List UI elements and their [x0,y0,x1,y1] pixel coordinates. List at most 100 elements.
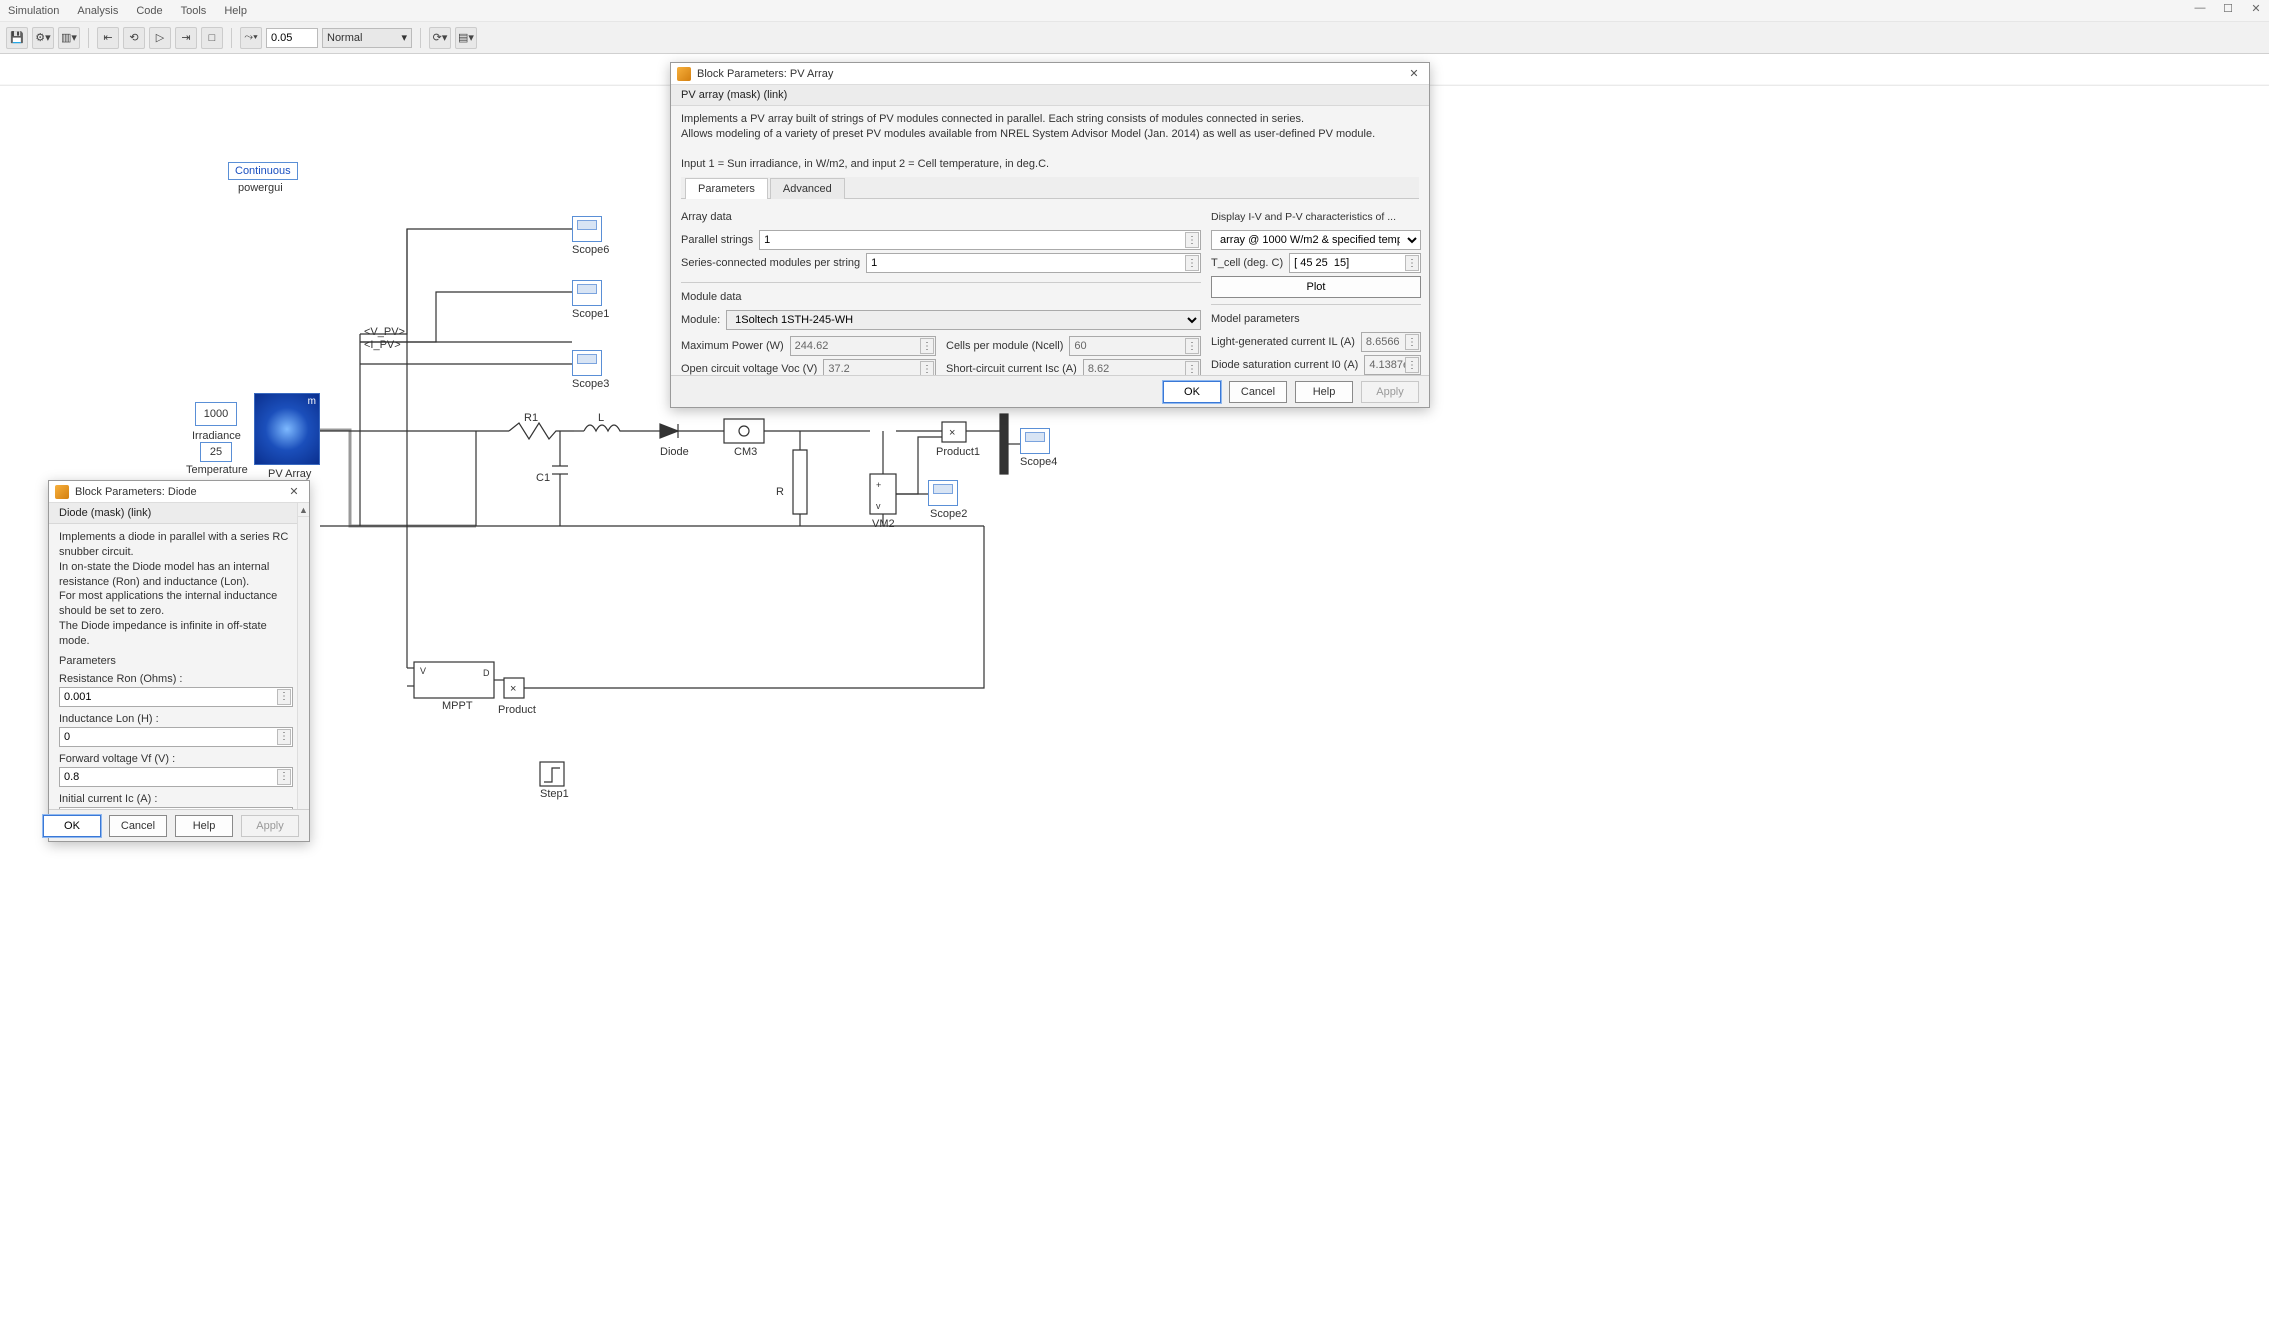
save-icon[interactable]: 💾 [6,27,28,49]
display-header: Display I-V and P-V characteristics of .… [1211,207,1421,227]
series-modules-input[interactable] [866,253,1201,273]
plot-button[interactable]: Plot [1211,276,1421,298]
pv-ok-button[interactable]: OK [1163,381,1221,403]
diode-desc2: In on-state the Diode model has an inter… [59,561,269,588]
diode-apply-button[interactable]: Apply [241,815,299,837]
isc-actions-icon[interactable]: ⋮ [1185,361,1199,375]
pv-array-label: PV Array [268,468,311,480]
module-data-header: Module data [681,287,1201,307]
svg-text:D: D [483,668,490,678]
viewer-icon[interactable]: ▤▾ [455,27,477,49]
win-close-icon[interactable]: ✕ [2247,2,2265,15]
irradiance-block[interactable]: 1000 [195,402,237,426]
menu-simulation[interactable]: Simulation [8,5,59,17]
scope1-block[interactable] [572,280,602,306]
tab-advanced[interactable]: Advanced [770,178,845,199]
ic-input[interactable] [59,807,293,809]
irradiance-label: Irradiance [192,430,241,442]
c1-label: C1 [536,472,550,484]
menu-code[interactable]: Code [136,5,162,17]
stop-icon[interactable]: □ [201,27,223,49]
series-modules-label: Series-connected modules per string [681,257,860,269]
scope2-block[interactable] [928,480,958,506]
pmax-actions-icon[interactable]: ⋮ [920,338,934,354]
diode-desc1: Implements a diode in parallel with a se… [59,531,288,558]
pv-mask-label: PV array (mask) (link) [671,85,1429,106]
ncell-actions-icon[interactable]: ⋮ [1185,338,1199,354]
series-modules-actions-icon[interactable]: ⋮ [1185,255,1199,271]
scope3-label: Scope3 [572,378,609,390]
lon-label: Inductance Lon (H) : [59,713,293,725]
vf-label: Forward voltage Vf (V) : [59,753,293,765]
run-icon[interactable]: ▷ [149,27,171,49]
svg-text:×: × [510,683,516,695]
diode-parameters-header: Parameters [59,655,293,667]
settings-dd-icon[interactable]: ⚙▾ [32,27,54,49]
ron-label: Resistance Ron (Ohms) : [59,673,293,685]
voc-label: Open circuit voltage Voc (V) [681,363,817,375]
module-label: Module: [681,314,720,326]
voc-actions-icon[interactable]: ⋮ [920,361,934,375]
pv-help-button[interactable]: Help [1295,381,1353,403]
ic-label: Initial current Ic (A) : [59,793,293,805]
vf-input[interactable] [59,767,293,787]
il-actions-icon[interactable]: ⋮ [1405,334,1419,350]
diode-dialog-close-icon[interactable]: ✕ [285,485,303,498]
scope3-block[interactable] [572,350,602,376]
menu-tools[interactable]: Tools [181,5,207,17]
signal-icon[interactable]: ⤳▾ [240,27,262,49]
powergui-block[interactable]: Continuous [228,162,298,180]
pv-apply-button[interactable]: Apply [1361,381,1419,403]
vf-actions-icon[interactable]: ⋮ [277,769,291,785]
diode-dialog-title: Block Parameters: Diode [75,486,197,498]
parallel-strings-input[interactable] [759,230,1201,250]
win-max-icon[interactable]: ☐ [2219,2,2237,15]
pv-dialog-close-icon[interactable]: ✕ [1405,67,1423,80]
pv-desc3: Input 1 = Sun irradiance, in W/m2, and i… [681,158,1049,170]
r1-label: R1 [524,412,538,424]
ron-actions-icon[interactable]: ⋮ [277,689,291,705]
module-select[interactable]: 1Soltech 1STH-245-WH [726,310,1201,330]
i-pv-tag: <I_PV> [364,339,401,351]
library-icon[interactable]: ▥▾ [58,27,80,49]
sim-mode-select[interactable]: Normal▾ [322,28,412,48]
ron-input[interactable] [59,687,293,707]
ncell-input [1069,336,1201,356]
step-restart-icon[interactable]: ⟲ [123,27,145,49]
tab-parameters[interactable]: Parameters [685,178,768,199]
lon-actions-icon[interactable]: ⋮ [277,729,291,745]
stoptime-input[interactable] [266,28,318,48]
fastrestart-icon[interactable]: ⟳▾ [429,27,451,49]
menu-analysis[interactable]: Analysis [77,5,118,17]
v-pv-tag: <V_PV> [364,326,405,338]
temperature-block[interactable]: 25 [200,442,232,462]
parallel-strings-actions-icon[interactable]: ⋮ [1185,232,1199,248]
diode-ok-button[interactable]: OK [43,815,101,837]
tcell-actions-icon[interactable]: ⋮ [1405,255,1419,271]
mppt-label: MPPT [442,700,473,712]
menu-help[interactable]: Help [224,5,247,17]
pv-cancel-button[interactable]: Cancel [1229,381,1287,403]
diode-scrollbar[interactable]: ▲ [297,503,309,809]
display-select[interactable]: array @ 1000 W/m2 & specified temperatur… [1211,230,1421,250]
tcell-input[interactable] [1289,253,1421,273]
scope2-label: Scope2 [930,508,967,520]
lon-input[interactable] [59,727,293,747]
scope6-block[interactable] [572,216,602,242]
scope4-label: Scope4 [1020,456,1057,468]
scope4-block[interactable] [1020,428,1050,454]
pv-array-block[interactable]: m [254,393,320,465]
diode-desc4: The Diode impedance is infinite in off-s… [59,620,267,647]
product1-label: Product1 [936,446,980,458]
diode-dialog: Block Parameters: Diode ✕ Diode (mask) (… [48,480,310,842]
step-back-icon[interactable]: ⇤ [97,27,119,49]
model-canvas[interactable]: + v × V D × Continuous powergui 1000 Irr… [0,54,2269,1320]
step-fwd-icon[interactable]: ⇥ [175,27,197,49]
diode-help-button[interactable]: Help [175,815,233,837]
pv-desc2: Allows modeling of a variety of preset P… [681,128,1375,140]
product-label: Product [498,704,536,716]
win-min-icon[interactable]: — [2191,2,2209,15]
simulink-icon [677,67,691,81]
i0-actions-icon[interactable]: ⋮ [1405,357,1419,373]
diode-cancel-button[interactable]: Cancel [109,815,167,837]
